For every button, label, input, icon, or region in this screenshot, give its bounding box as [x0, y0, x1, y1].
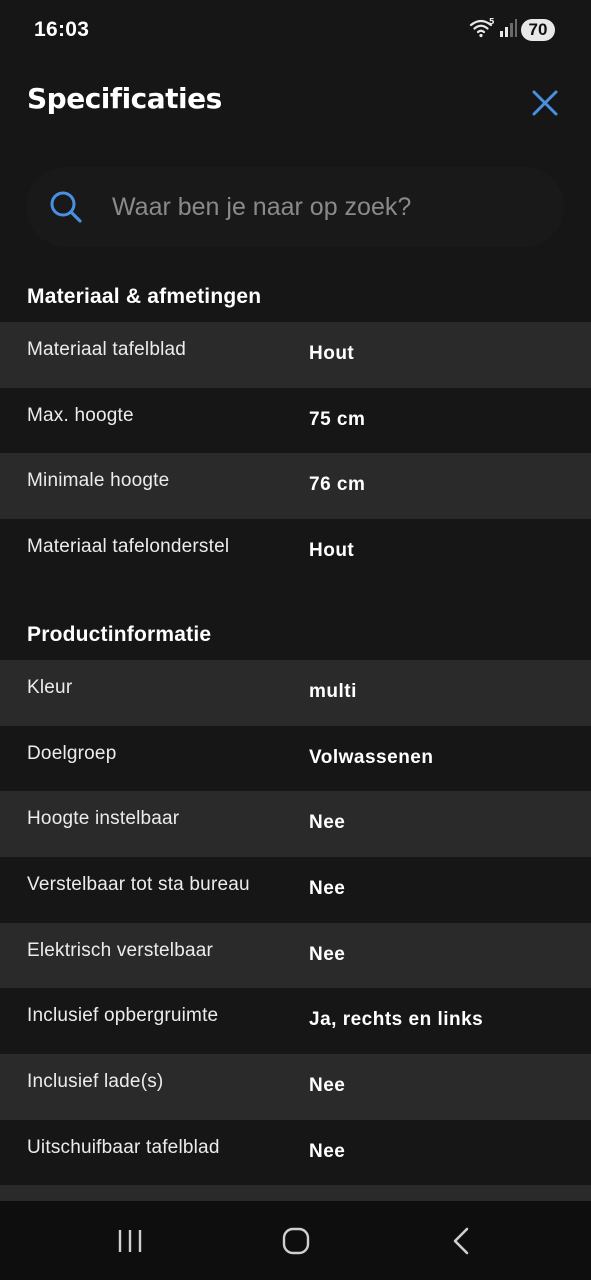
spec-value: Hout: [309, 540, 355, 562]
recent-apps-icon: [118, 1230, 142, 1252]
close-icon: [532, 90, 558, 116]
navigation-bar: [0, 1201, 591, 1280]
spec-row: Doelgroep Volwassenen: [0, 725, 591, 792]
spec-row: Uitschuifbaar tafelblad Nee: [0, 1119, 591, 1186]
recent-apps-button[interactable]: [110, 1221, 150, 1261]
home-icon: [282, 1227, 310, 1255]
spec-row: Materiaal tafelblad Hout: [0, 322, 591, 388]
spec-label: Minimale hoogte: [27, 470, 170, 492]
spec-row: Verstelbaar tot sta bureau Nee: [0, 857, 591, 923]
signal-icon: [499, 18, 517, 43]
spec-value: Nee: [309, 1075, 346, 1097]
back-icon: [453, 1227, 469, 1255]
spec-value: Nee: [309, 943, 346, 965]
spec-value: Ja, rechts en links: [309, 1009, 484, 1031]
battery-indicator: 70: [521, 19, 555, 41]
spec-label: Inclusief lade(s): [27, 1071, 164, 1093]
status-icons: 5 70: [469, 17, 555, 44]
spec-label: Kleur: [27, 677, 73, 698]
home-button[interactable]: [276, 1221, 316, 1261]
spec-value: 75 cm: [309, 408, 366, 430]
spec-label: Materiaal tafelonderstel: [27, 536, 230, 558]
spec-table-materiaal: Materiaal tafelblad Hout Max. hoogte 75 …: [0, 322, 591, 585]
spec-label: Inclusief opbergruimte: [27, 1005, 219, 1027]
spec-label: Elektrisch verstelbaar: [27, 939, 214, 961]
search-input[interactable]: [112, 185, 542, 229]
spec-value: Volwassenen: [309, 746, 434, 768]
spec-row: Inclusief lade(s) Nee: [0, 1054, 591, 1120]
status-bar: 16:03 5 70: [0, 0, 591, 60]
close-button[interactable]: [526, 84, 564, 122]
spec-row: Inclusief opbergruimte Ja, rechts en lin…: [0, 988, 591, 1055]
spec-row: Kleur multi: [0, 660, 591, 726]
spec-label: Materiaal tafelblad: [27, 339, 187, 360]
spec-label: Doelgroep: [27, 742, 117, 764]
spec-label: Max. hoogte: [27, 404, 134, 426]
spec-row: Materiaal tafelonderstel Hout: [0, 519, 591, 585]
spec-value: Hout: [309, 343, 355, 364]
spec-row: Max. hoogte 75 cm: [0, 387, 591, 454]
status-time: 16:03: [34, 18, 90, 41]
section-title-materiaal: Materiaal & afmetingen: [27, 285, 262, 308]
spec-row: Minimale hoogte 76 cm: [0, 453, 591, 520]
spec-value: 76 cm: [309, 474, 366, 496]
spec-row: Hoogte instelbaar Nee: [0, 791, 591, 858]
spec-value: Nee: [309, 878, 346, 900]
spec-value: Nee: [309, 812, 346, 834]
spec-label: Uitschuifbaar tafelblad: [27, 1136, 220, 1158]
search-bar[interactable]: [26, 167, 564, 247]
spec-label: Hoogte instelbaar: [27, 808, 180, 830]
wifi-icon: 5: [469, 17, 495, 44]
spec-row: Elektrisch verstelbaar Nee: [0, 922, 591, 989]
spec-table-productinformatie: Kleur multi Doelgroep Volwassenen Hoogte…: [0, 660, 591, 1186]
specifications-screen: 16:03 5 70 Specificaties Waar ben je naa…: [0, 0, 591, 1280]
back-button[interactable]: [442, 1221, 482, 1261]
spec-label: Verstelbaar tot sta bureau: [27, 874, 250, 896]
section-title-productinformatie: Productinformatie: [27, 623, 212, 646]
spec-value: Nee: [309, 1140, 346, 1162]
wifi-badge: 5: [489, 17, 495, 26]
spec-value: multi: [309, 681, 357, 702]
search-icon: [50, 191, 82, 223]
page-title: Specificaties: [27, 82, 222, 115]
